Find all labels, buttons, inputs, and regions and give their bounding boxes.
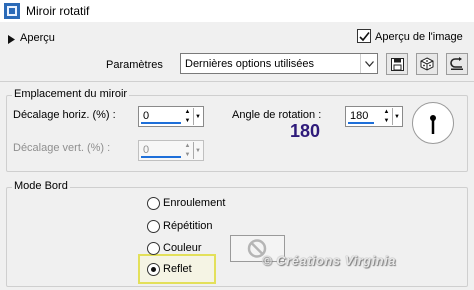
preview-image-checkbox[interactable] [357,29,371,43]
rotation-angle-label: Angle de rotation : [232,109,322,121]
reset-button[interactable] [446,53,468,75]
check-icon [358,31,370,41]
rotation-angle-stepper[interactable]: ▲ ▼ [382,108,391,125]
horiz-offset-dropdown-icon[interactable]: ▼ [193,108,202,125]
vert-offset-value[interactable]: 0 [143,144,149,156]
rotation-angle-value[interactable]: 180 [350,110,368,122]
edge-radio-repeat[interactable] [147,220,160,233]
up-arrow-icon[interactable]: ▲ [183,142,192,151]
app-icon [4,3,20,19]
edge-radio-color[interactable] [147,242,160,255]
expand-caret-icon[interactable] [8,35,15,47]
settings-dropdown-value: Dernières options utilisées [185,58,315,70]
down-arrow-icon[interactable]: ▼ [183,151,192,160]
edge-option-repeat-label[interactable]: Répétition [163,220,213,232]
chevron-down-icon[interactable] [360,54,377,73]
window-title: Miroir rotatif [26,4,90,18]
horiz-offset-slider-bar [141,122,181,124]
preview-toggle-label[interactable]: Aperçu [20,32,55,44]
horiz-offset-label: Décalage horiz. (%) : [13,109,116,121]
edge-radio-reflect[interactable] [147,263,160,276]
settings-label: Paramètres [106,59,163,71]
edge-radio-wrap[interactable] [147,197,160,210]
rotation-angle-slider-bar [348,122,374,124]
preview-image-label[interactable]: Aperçu de l'image [375,31,463,43]
vert-offset-stepper[interactable]: ▲ ▼ [183,142,192,159]
dice-icon [420,57,434,71]
settings-dropdown[interactable]: Dernières options utilisées [180,53,378,74]
title-bar: Miroir rotatif [0,0,474,22]
horiz-offset-spinner[interactable]: 0 ▲ ▼ ▼ [138,106,204,127]
down-arrow-icon[interactable]: ▼ [183,117,192,126]
radio-selected-dot [151,267,156,272]
up-arrow-icon[interactable]: ▲ [183,108,192,117]
rotation-angle-spinner[interactable]: 180 ▲ ▼ ▼ [345,106,403,127]
up-arrow-icon[interactable]: ▲ [382,108,391,117]
randomize-button[interactable] [416,53,438,75]
watermark-text: © Créations Virginia [262,253,396,268]
horiz-offset-value[interactable]: 0 [143,110,149,122]
vert-offset-slider-bar [141,156,181,158]
reset-icon [450,57,463,70]
rotation-angle-dropdown-icon[interactable]: ▼ [392,108,401,125]
horiz-offset-stepper[interactable]: ▲ ▼ [183,108,192,125]
edge-mode-title: Mode Bord [12,180,70,192]
down-arrow-icon[interactable]: ▼ [382,117,391,126]
separator [0,81,474,82]
vert-offset-spinner[interactable]: 0 ▲ ▼ ▼ [138,140,204,161]
edge-option-reflect-label[interactable]: Reflet [163,263,192,275]
rotation-dial[interactable] [412,102,454,144]
dial-needle-icon [430,115,436,134]
rotation-angle-display: 180 [290,121,321,141]
save-preset-button[interactable] [386,53,408,75]
vert-offset-dropdown-icon[interactable]: ▼ [193,142,202,159]
edge-option-color-label[interactable]: Couleur [163,242,202,254]
mirror-location-title: Emplacement du miroir [12,88,130,100]
vert-offset-label: Décalage vert. (%) : [13,142,111,154]
save-icon [390,57,404,71]
edge-option-wrap-label[interactable]: Enroulement [163,197,225,209]
